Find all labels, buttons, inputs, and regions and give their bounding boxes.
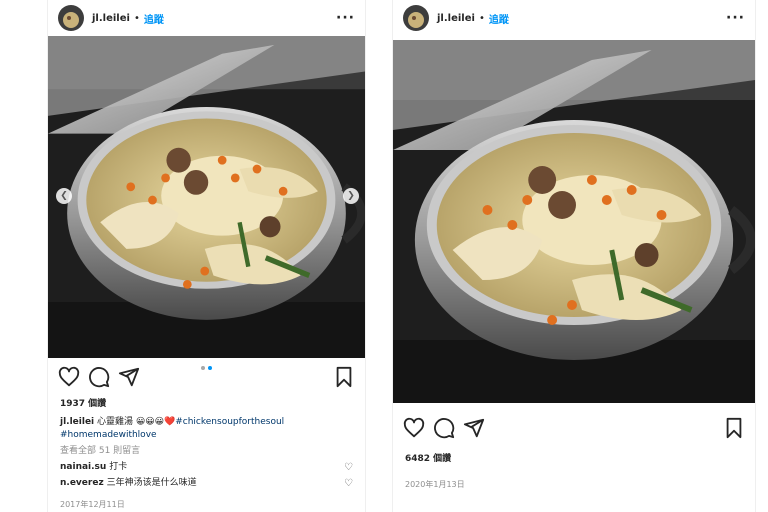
post-header: jl.leilei • 追蹤 ··· bbox=[393, 0, 755, 36]
more-options-icon[interactable]: ··· bbox=[336, 10, 355, 26]
username[interactable]: jl.leilei bbox=[437, 13, 475, 24]
hashtag-link[interactable]: #chickensoupforthesoul bbox=[175, 417, 284, 427]
comment-username[interactable]: n.everez bbox=[60, 477, 104, 490]
post-photo[interactable] bbox=[393, 40, 755, 403]
likes-count[interactable]: 1937 個讚 bbox=[60, 398, 353, 411]
post-photo[interactable]: ❮ ❯ bbox=[48, 36, 365, 358]
comment-icon[interactable] bbox=[88, 366, 110, 388]
comment-text: 三年神汤该是什么味道 bbox=[106, 478, 197, 488]
carousel-prev-icon[interactable]: ❮ bbox=[56, 188, 72, 204]
caption-username[interactable]: jl.leilei bbox=[60, 417, 94, 427]
heart-icon[interactable] bbox=[403, 417, 425, 439]
comment-text: 打卡 bbox=[109, 462, 128, 472]
bookmark-icon[interactable] bbox=[723, 417, 745, 439]
post-date: 2017年12月11日 bbox=[60, 500, 125, 509]
action-bar bbox=[403, 416, 745, 440]
comment-row: n.everez 三年神汤该是什么味道 ♡ bbox=[60, 477, 353, 490]
post-card-left: jl.leilei • 追蹤 ··· ❮ ❯ 1937 個讚 jl.leilei… bbox=[47, 0, 366, 512]
likes-count[interactable]: 6482 個讚 bbox=[405, 453, 743, 466]
hashtag-link[interactable]: #homemadewithlove bbox=[60, 430, 157, 440]
comment-username[interactable]: nainai.su bbox=[60, 461, 106, 474]
post-header: jl.leilei • 追蹤 ··· bbox=[48, 0, 365, 36]
comment-row: nainai.su 打卡 ♡ bbox=[60, 461, 353, 474]
share-icon[interactable] bbox=[463, 417, 485, 439]
follow-button[interactable]: 追蹤 bbox=[489, 11, 509, 26]
bookmark-icon[interactable] bbox=[333, 366, 355, 388]
comment-like-icon[interactable]: ♡ bbox=[344, 477, 353, 490]
caption-text: 心靈雞湯 😀😀😀❤️ bbox=[97, 417, 176, 427]
carousel-next-icon[interactable]: ❯ bbox=[343, 188, 359, 204]
view-comments-link[interactable]: 查看全部 51 則留言 bbox=[60, 445, 353, 458]
username[interactable]: jl.leilei bbox=[92, 13, 130, 24]
share-icon[interactable] bbox=[118, 366, 140, 388]
more-options-icon[interactable]: ··· bbox=[726, 10, 745, 26]
comment-icon[interactable] bbox=[433, 417, 455, 439]
avatar[interactable] bbox=[403, 5, 429, 31]
post-date: 2020年1月13日 bbox=[405, 480, 465, 489]
separator-dot: • bbox=[478, 12, 485, 24]
heart-icon[interactable] bbox=[58, 366, 80, 388]
follow-button[interactable]: 追蹤 bbox=[144, 11, 164, 26]
caption: jl.leilei 心靈雞湯 😀😀😀❤️#chickensoupfortheso… bbox=[60, 416, 353, 442]
avatar[interactable] bbox=[58, 5, 84, 31]
separator-dot: • bbox=[133, 12, 140, 24]
action-bar bbox=[58, 365, 355, 389]
post-card-right: jl.leilei • 追蹤 ··· 6482 個讚 2020年1月13日 bbox=[392, 0, 756, 512]
comment-like-icon[interactable]: ♡ bbox=[344, 461, 353, 474]
